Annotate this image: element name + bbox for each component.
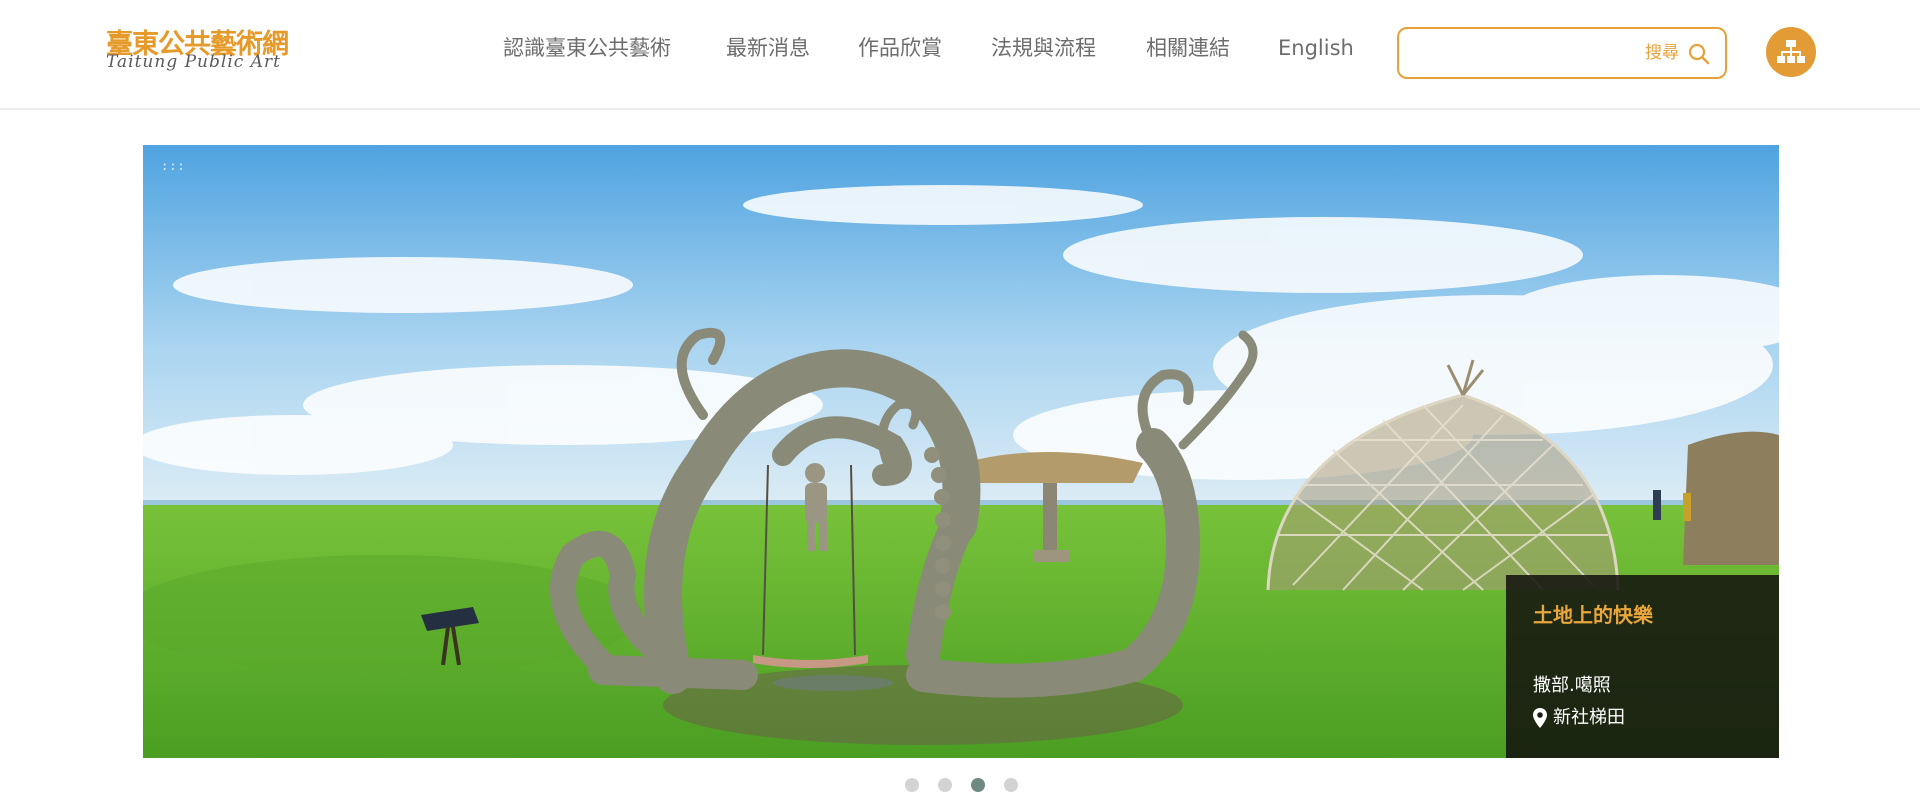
nav-item-news[interactable]: 最新消息 bbox=[726, 28, 810, 68]
nav-item-links[interactable]: 相關連結 bbox=[1146, 28, 1230, 68]
hero-carousel[interactable]: ::: 土地上的快樂 撒部.噶照 新社梯田 bbox=[143, 145, 1779, 758]
carousel-dot-2[interactable] bbox=[938, 778, 952, 792]
artwork-title: 土地上的快樂 bbox=[1533, 603, 1653, 627]
corner-mark: ::: bbox=[161, 159, 186, 173]
nav-item-about[interactable]: 認識臺東公共藝術 bbox=[503, 28, 671, 68]
search-input[interactable] bbox=[1411, 35, 1605, 73]
site-header: 臺東公共藝術網 Taitung Public Art 認識臺東公共藝術 最新消息… bbox=[0, 0, 1920, 110]
site-logo[interactable]: 臺東公共藝術網 Taitung Public Art bbox=[106, 22, 316, 78]
carousel-dot-1[interactable] bbox=[905, 778, 919, 792]
logo-title-en: Taitung Public Art bbox=[106, 52, 281, 72]
artwork-location-text: 新社梯田 bbox=[1553, 707, 1625, 728]
artwork-artist: 撒部.噶照 bbox=[1533, 675, 1611, 696]
slide-caption[interactable]: 土地上的快樂 撒部.噶照 新社梯田 bbox=[1506, 575, 1779, 758]
search-box: 搜尋 bbox=[1397, 27, 1727, 79]
artwork-location: 新社梯田 bbox=[1533, 705, 1625, 731]
carousel-dot-3[interactable] bbox=[971, 778, 985, 792]
search-button-label[interactable]: 搜尋 bbox=[1645, 41, 1679, 65]
nav-item-works[interactable]: 作品欣賞 bbox=[858, 28, 942, 68]
sitemap-button[interactable] bbox=[1766, 27, 1816, 77]
nav-item-regulations[interactable]: 法規與流程 bbox=[991, 28, 1096, 68]
sitemap-icon bbox=[1777, 40, 1805, 63]
search-icon[interactable] bbox=[1687, 42, 1711, 66]
nav-item-english[interactable]: English bbox=[1278, 28, 1354, 68]
map-pin-icon bbox=[1533, 708, 1547, 728]
carousel-dot-4[interactable] bbox=[1004, 778, 1018, 792]
